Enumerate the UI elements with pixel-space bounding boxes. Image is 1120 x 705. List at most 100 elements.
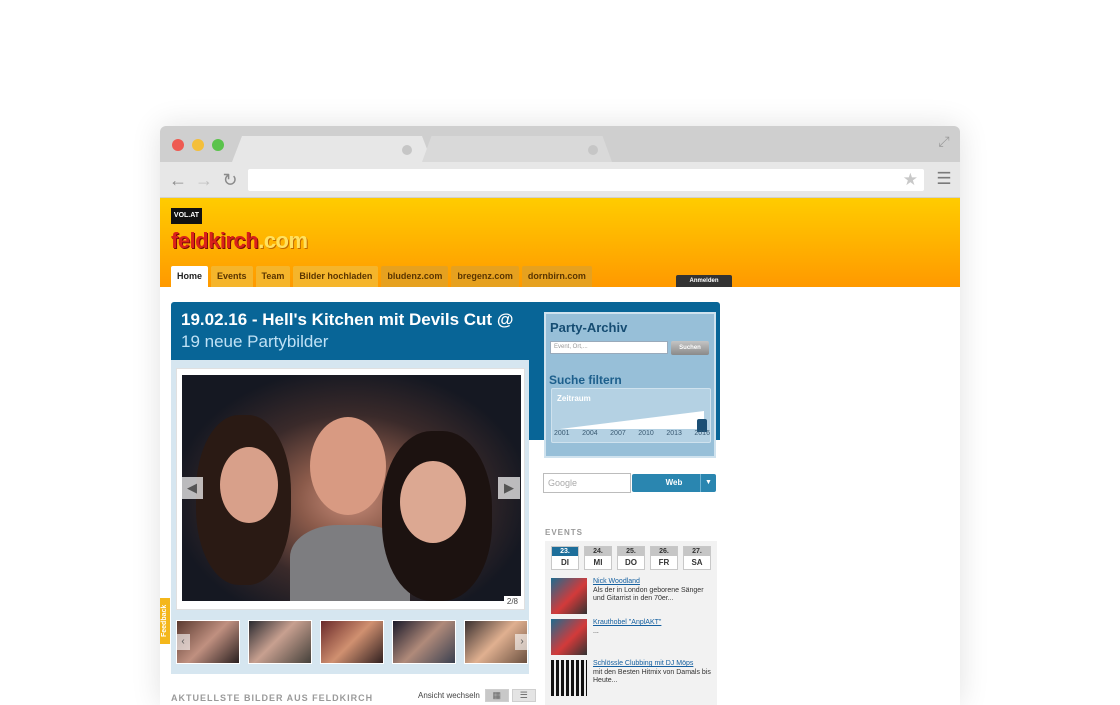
feedback-tab[interactable]: Feedback xyxy=(160,598,170,644)
day-number: 27. xyxy=(684,547,710,556)
year-tick: 2010 xyxy=(638,430,654,437)
day-number: 24. xyxy=(585,547,611,556)
event-thumbnail[interactable] xyxy=(551,660,587,696)
event-item: Nick Woodland Als der in London geborene… xyxy=(551,578,713,614)
thumbs-next-icon[interactable]: › xyxy=(515,634,529,650)
archive-search-input[interactable]: Event, Ort,... xyxy=(550,341,668,354)
year-tick: 2016 xyxy=(694,430,710,437)
day-weekday: DI xyxy=(561,558,569,567)
photo-counter: 2/8 xyxy=(503,596,521,607)
section-title: AKTUELLSTE BILDER AUS FELDKIRCH xyxy=(171,693,374,703)
reload-icon[interactable]: ↻ xyxy=(220,170,240,190)
photo-frame: ◀ ▶ 2/8 xyxy=(176,368,525,610)
event-title-link[interactable]: Krauthobel "AnplAKT" xyxy=(593,619,661,626)
event-description: mit den Besten Hitmix von Damals bis Heu… xyxy=(593,669,711,684)
vol-at-logo[interactable]: VOL.AT xyxy=(171,208,202,224)
google-button-label: Web xyxy=(665,478,683,487)
google-web-button[interactable]: Web ▼ xyxy=(632,474,716,492)
expand-icon[interactable]: ⤢ xyxy=(936,133,952,149)
google-search: Google Web ▼ xyxy=(543,473,719,493)
login-button[interactable]: Anmelden xyxy=(676,275,732,287)
day-selector: 23. DI 24. MI 25. DO 26. FR 27. SA xyxy=(551,546,711,570)
events-panel: 23. DI 24. MI 25. DO 26. FR 27. SA Nick Woodl… xyxy=(545,541,717,705)
year-tick: 2004 xyxy=(582,430,598,437)
day-weekday: FR xyxy=(658,558,670,567)
day-tab[interactable]: 24. MI xyxy=(584,546,612,570)
year-tick: 2007 xyxy=(610,430,626,437)
range-track[interactable] xyxy=(560,411,704,429)
event-thumbnail[interactable] xyxy=(551,619,587,655)
event-description: ... xyxy=(593,628,599,635)
nav-item-team[interactable]: Team xyxy=(255,266,291,287)
day-tab[interactable]: 27. SA xyxy=(683,546,711,570)
arrow-left-icon[interactable]: ← xyxy=(168,170,188,190)
event-thumbnail[interactable] xyxy=(551,578,587,614)
site-header: VOL.AT feldkirch.com Home Events Team Bi… xyxy=(160,198,960,287)
nav-item-bregenz[interactable]: bregenz.com xyxy=(451,266,519,287)
events-title: EVENTS xyxy=(545,528,584,537)
hamburger-menu-icon[interactable]: ☰ xyxy=(936,170,952,187)
archive-title: Party-Archiv xyxy=(550,320,628,335)
grid-view-icon[interactable]: ▦ xyxy=(484,688,509,702)
main-nav: Home Events Team Bilder hochladen bluden… xyxy=(171,266,592,287)
thumbnail[interactable] xyxy=(392,620,456,664)
thumbnail-strip: ‹ › xyxy=(176,620,529,666)
event-title-link[interactable]: Nick Woodland xyxy=(593,578,640,585)
thumbs-prev-icon[interactable]: ‹ xyxy=(176,634,190,650)
view-toggle-label: Ansicht wechseln xyxy=(418,690,480,700)
browser-toolbar: ← → ↻ ★ ☰ xyxy=(160,162,960,198)
event-description: Als der in London geborene Sänger und Gi… xyxy=(593,587,704,602)
browser-tab-inactive[interactable] xyxy=(422,136,612,162)
zoom-window-button[interactable] xyxy=(212,139,224,151)
year-ticks: 2001 2004 2007 2010 2013 2016 xyxy=(554,430,710,437)
nav-item-upload[interactable]: Bilder hochladen xyxy=(293,266,379,287)
browser-window: ⤢ ← → ↻ ★ ☰ VOL.AT feldkirch.com Home Ev… xyxy=(160,126,960,705)
nav-item-dornbirn[interactable]: dornbirn.com xyxy=(521,266,592,287)
date-range-slider: Zeitraum 2001 2004 2007 2010 2013 2016 xyxy=(551,388,711,443)
nav-item-events[interactable]: Events xyxy=(211,266,253,287)
view-toggle: Ansicht wechseln ▦ ☰ xyxy=(418,688,536,702)
year-tick: 2013 xyxy=(666,430,682,437)
day-weekday: SA xyxy=(691,558,703,567)
photo-next-button[interactable]: ▶ xyxy=(498,477,520,499)
filter-title: Suche filtern xyxy=(549,373,622,387)
thumbnail[interactable] xyxy=(320,620,384,664)
site-logo[interactable]: feldkirch.com xyxy=(171,228,308,254)
star-icon[interactable]: ★ xyxy=(903,170,918,190)
event-title-link[interactable]: Schlössle Clubbing mit DJ Möps xyxy=(593,660,693,667)
list-view-icon[interactable]: ☰ xyxy=(511,688,536,702)
thumbnail[interactable] xyxy=(248,620,312,664)
photo-gallery: ◀ ▶ 2/8 ‹ › xyxy=(171,360,529,674)
event-headline[interactable]: 19.02.16 - Hell's Kitchen mit Devils Cut… xyxy=(181,310,541,330)
close-window-button[interactable] xyxy=(172,139,184,151)
day-weekday: MI xyxy=(593,558,603,567)
tab-close-icon[interactable] xyxy=(588,145,598,155)
day-tab[interactable]: 25. DO xyxy=(617,546,645,570)
event-item: Krauthobel "AnplAKT" ... xyxy=(551,619,713,655)
year-tick: 2001 xyxy=(554,430,570,437)
chevron-down-icon[interactable]: ▼ xyxy=(700,474,716,492)
day-tab[interactable]: 23. DI xyxy=(551,546,579,570)
arrow-right-icon[interactable]: → xyxy=(194,170,214,190)
range-label: Zeitraum xyxy=(557,394,591,403)
tab-close-icon[interactable] xyxy=(402,145,412,155)
day-number: 26. xyxy=(651,547,677,556)
archive-search-button[interactable]: Suchen xyxy=(671,341,709,355)
party-archive-panel: Party-Archiv Event, Ort,... Suchen Suche… xyxy=(544,312,716,458)
day-number: 23. xyxy=(552,547,578,556)
minimize-window-button[interactable] xyxy=(192,139,204,151)
google-search-input[interactable]: Google xyxy=(543,473,631,493)
nav-item-bludenz[interactable]: bludenz.com xyxy=(381,266,449,287)
browser-tab-active[interactable] xyxy=(232,136,432,162)
day-tab[interactable]: 26. FR xyxy=(650,546,678,570)
day-weekday: DO xyxy=(625,558,637,567)
logo-tld: .com xyxy=(258,228,308,253)
tab-bar: ⤢ xyxy=(160,126,960,162)
nav-item-home[interactable]: Home xyxy=(171,266,209,287)
photo-prev-button[interactable]: ◀ xyxy=(181,477,203,499)
event-subhead[interactable]: 19 neue Partybilder xyxy=(181,332,328,352)
party-photo[interactable] xyxy=(182,375,521,601)
event-item: Schlössle Clubbing mit DJ Möps mit den B… xyxy=(551,660,713,696)
address-bar[interactable]: ★ xyxy=(248,169,924,191)
page-viewport: VOL.AT feldkirch.com Home Events Team Bi… xyxy=(160,198,960,705)
